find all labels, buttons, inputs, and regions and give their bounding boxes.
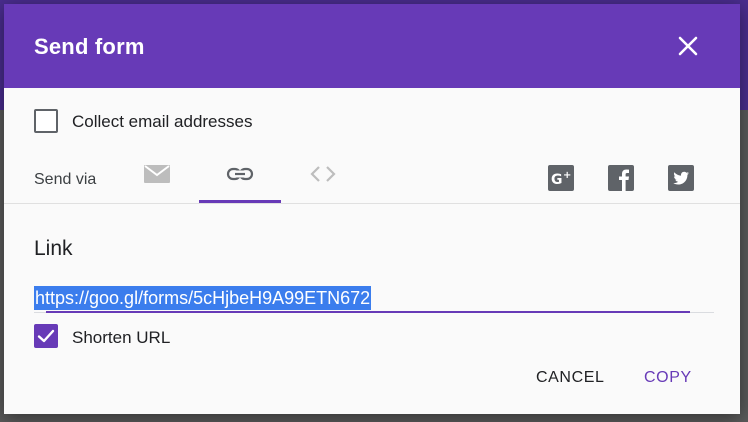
collect-email-checkbox[interactable] (34, 109, 58, 133)
checkmark-icon (37, 329, 55, 343)
send-via-label: Send via (34, 171, 97, 188)
link-url-field[interactable]: https://goo.gl/forms/5cHjbeH9A99ETN672 (34, 284, 714, 314)
svg-text:G: G (551, 172, 563, 188)
close-button[interactable] (674, 32, 702, 60)
collect-email-label: Collect email addresses (72, 112, 253, 131)
tab-embed[interactable] (282, 154, 364, 204)
dialog-header: Send form (4, 4, 740, 88)
link-field-focus-underline (46, 311, 690, 313)
link-heading: Link (34, 237, 73, 260)
embed-code-icon (310, 166, 336, 182)
cancel-button[interactable]: CANCEL (528, 360, 613, 396)
send-form-dialog: Send form Collect email addresses Send v… (4, 4, 740, 414)
svg-text:+: + (563, 170, 571, 181)
google-plus-icon: G + (548, 165, 574, 191)
tab-link[interactable] (199, 154, 281, 204)
tabs-divider (4, 203, 740, 204)
shorten-url-checkbox[interactable] (34, 324, 58, 348)
email-icon (144, 165, 170, 183)
shorten-url-label: Shorten URL (72, 328, 171, 347)
twitter-icon (668, 165, 694, 191)
dialog-title: Send form (34, 34, 145, 59)
facebook-icon (608, 165, 634, 191)
copy-button[interactable]: COPY (636, 360, 700, 396)
share-facebook-button[interactable] (608, 165, 634, 191)
share-google-plus-button[interactable]: G + (548, 165, 574, 191)
link-url-text[interactable]: https://goo.gl/forms/5cHjbeH9A99ETN672 (34, 286, 372, 310)
link-icon (226, 167, 254, 181)
share-twitter-button[interactable] (668, 165, 694, 191)
tab-email[interactable] (116, 154, 198, 204)
close-icon (678, 36, 698, 56)
